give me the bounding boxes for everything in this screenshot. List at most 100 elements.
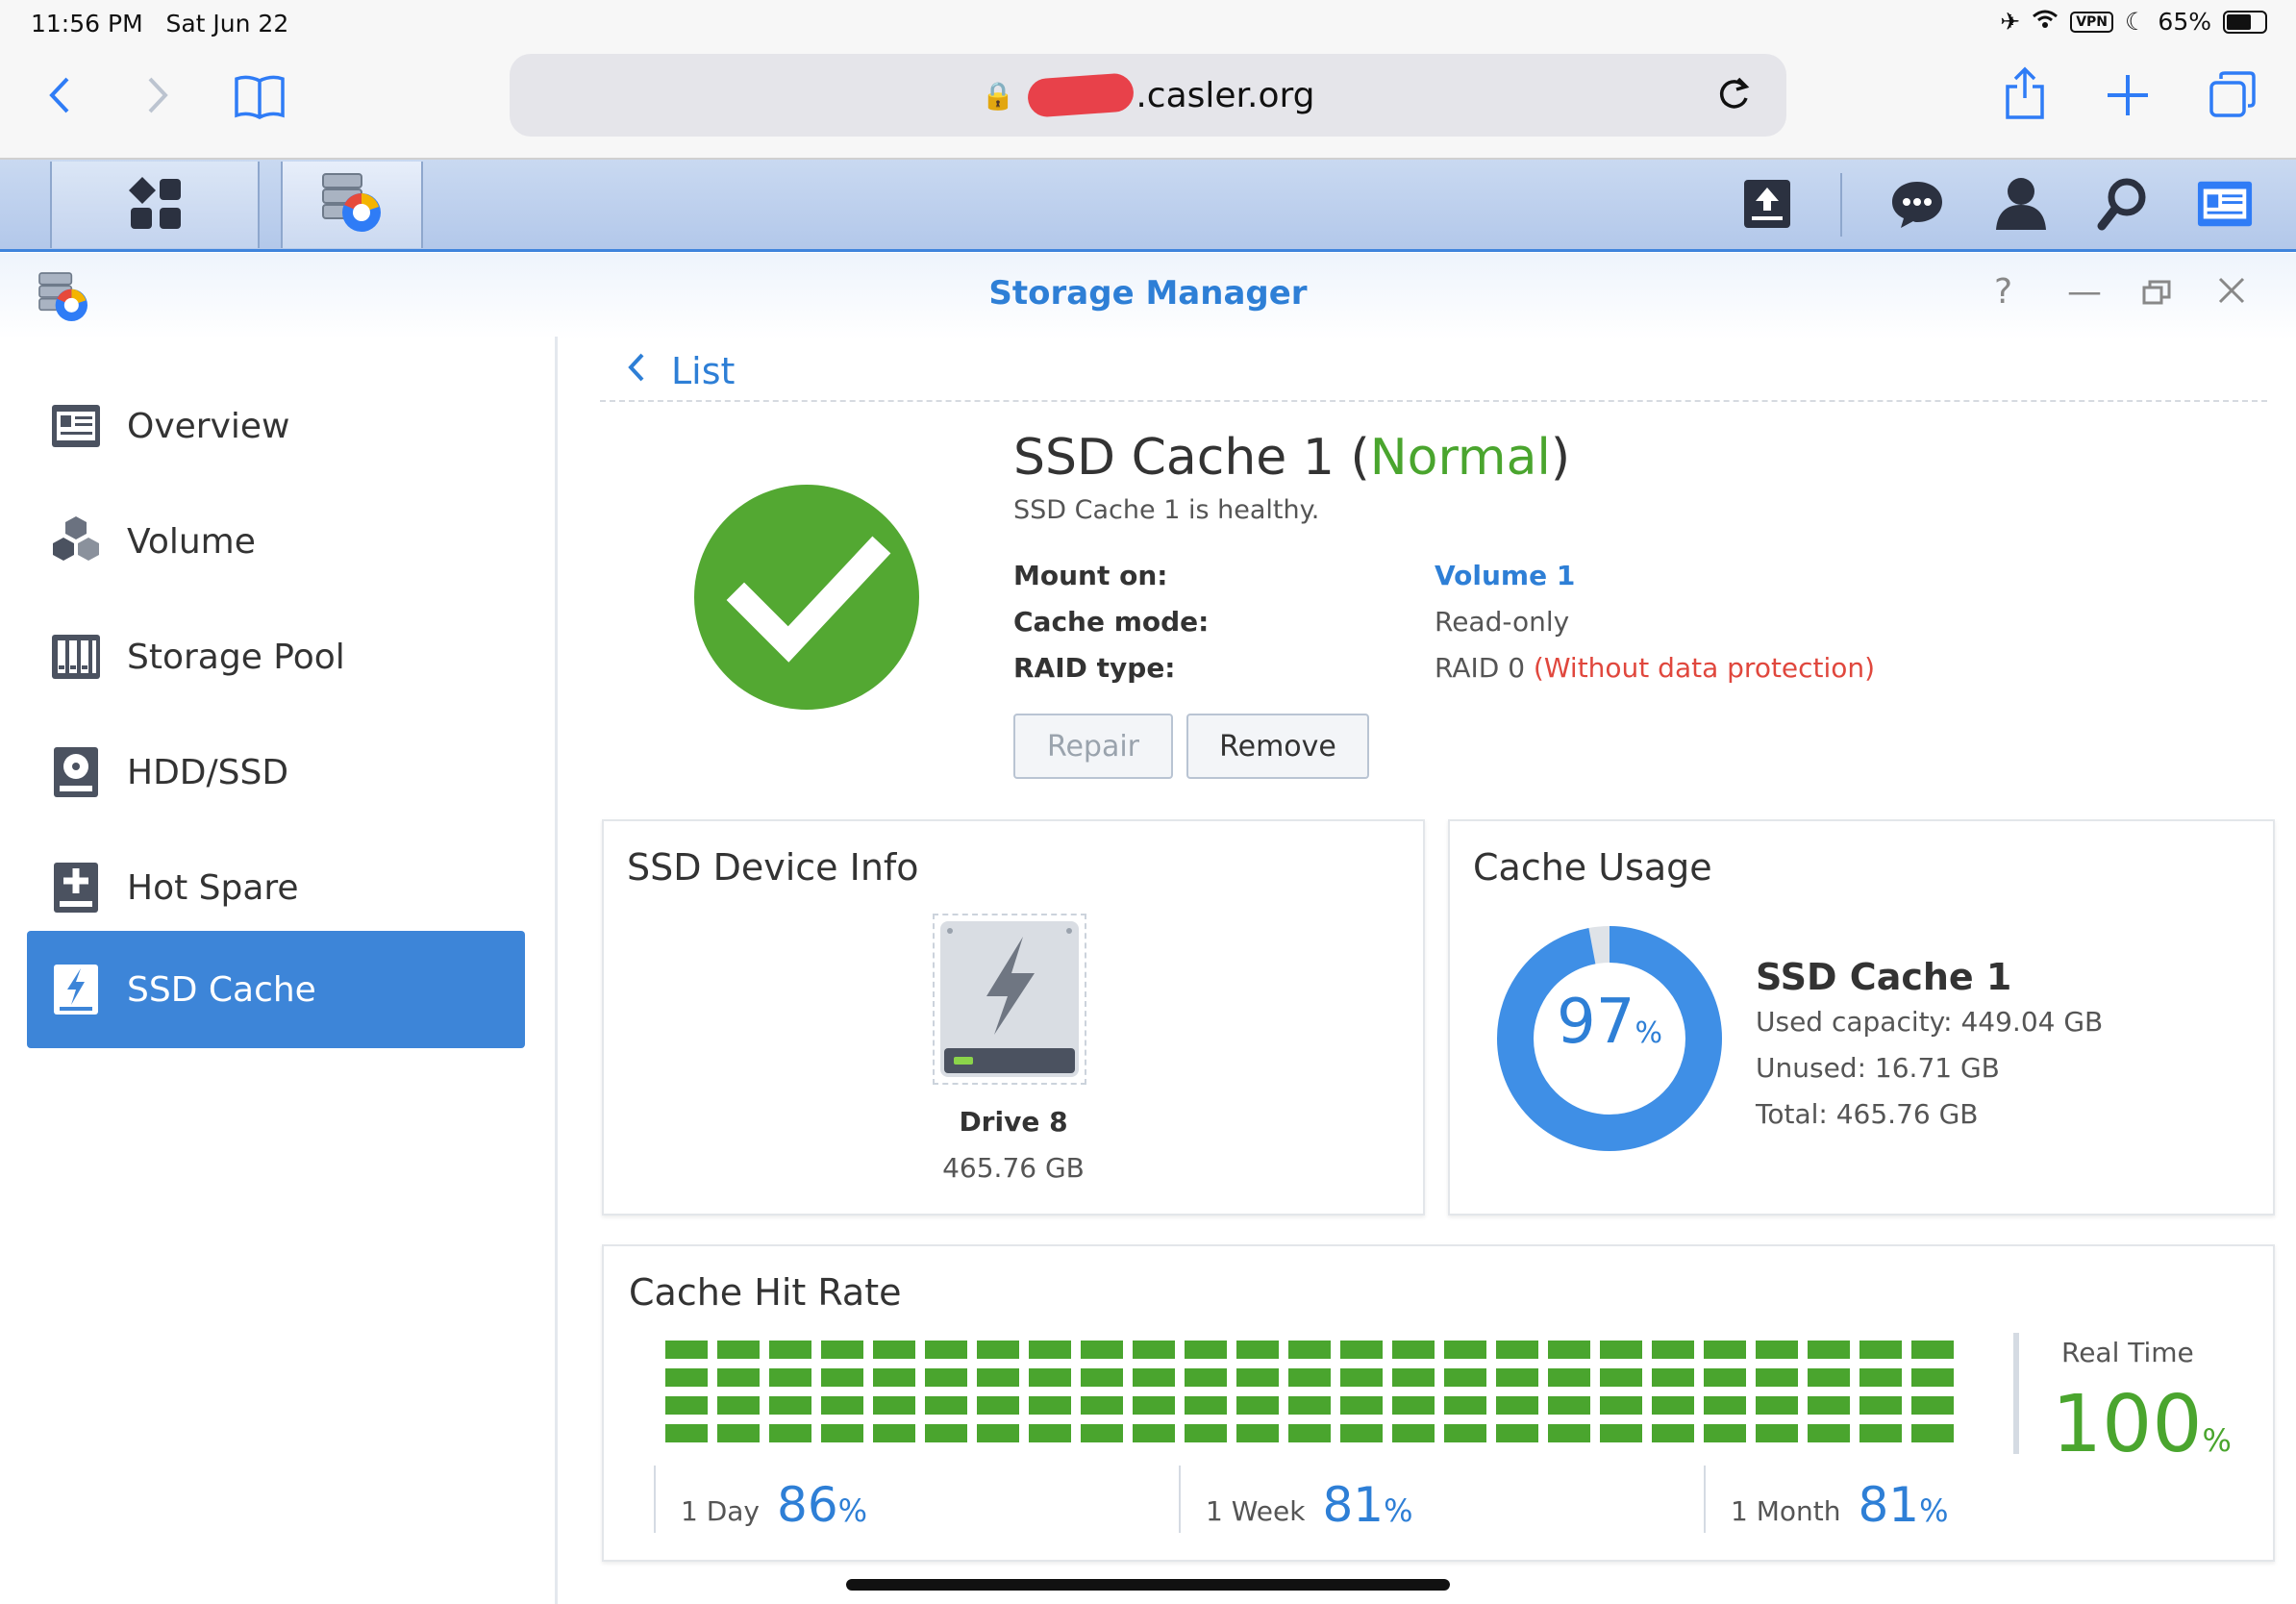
hit-rate-block [665,1424,708,1442]
unused-capacity: Unused: 16.71 GB [1756,1052,2000,1084]
cache-usage-donut: 97% [1492,921,1727,1160]
hit-rate-block [1236,1368,1279,1387]
hot-spare-icon [48,860,104,915]
browser-toolbar: 🔒 .casler.org [0,46,2296,160]
hit-rate-block [1133,1368,1175,1387]
hit-rate-block [1340,1341,1383,1359]
hit-rate-block [1133,1396,1175,1415]
drive-8-tile[interactable] [933,914,1086,1085]
share-icon[interactable] [2004,65,2046,125]
hit-rate-block [769,1341,811,1359]
forward-nav-icon[interactable] [144,73,171,121]
hit-rate-block [1392,1368,1435,1387]
hit-rate-block [1808,1341,1850,1359]
battery-percent: 65% [2158,8,2211,36]
hit-rate-block [1185,1368,1227,1387]
sidebar-item-overview[interactable]: Overview [27,367,525,485]
hit-rate-block [1496,1341,1538,1359]
hit-rate-block [977,1368,1019,1387]
hit-rate-block [1288,1396,1331,1415]
hit-rate-block [1288,1368,1331,1387]
hit-rate-block [1600,1368,1642,1387]
hit-rate-block [1652,1396,1694,1415]
hit-rate-block [1029,1424,1071,1442]
hit-rate-block [1288,1424,1331,1442]
cache-usage-percent: 97% [1557,987,1662,1058]
cache-hit-rate-panel: Cache Hit Rate Real Time 100% 1 Day 86% … [602,1244,2275,1562]
hit-rate-block [1340,1396,1383,1415]
bookmarks-icon[interactable] [233,73,287,125]
notifications-chat-icon[interactable] [1888,175,1946,233]
hit-rate-block [717,1424,760,1442]
hit-rate-block [1392,1424,1435,1442]
hit-rate-block [1496,1424,1538,1442]
realtime-divider [2013,1333,2019,1454]
hit-rate-block [1911,1424,1954,1442]
hit-rate-block [1911,1396,1954,1415]
remove-button[interactable]: Remove [1186,714,1369,779]
mount-volume-link[interactable]: Volume 1 [1435,560,1575,591]
upload-icon[interactable] [1738,175,1796,233]
sidebar-item-volume[interactable]: Volume [27,483,525,600]
drive-name: Drive 8 [959,1106,1068,1138]
raid-warning: (Without data protection) [1533,652,1876,684]
raid-type-label: RAID type: [1013,652,1176,684]
hit-rate-block [1704,1341,1746,1359]
main-menu-button[interactable] [50,162,260,248]
sidebar-item-storage-pool[interactable]: Storage Pool [27,598,525,715]
hit-rate-block [1185,1424,1227,1442]
help-icon[interactable]: ? [1994,272,2012,312]
hit-rate-block [1133,1341,1175,1359]
cache-status-normal: Normal [1369,429,1551,487]
back-nav-icon[interactable] [46,73,73,121]
back-to-list-link[interactable]: List [627,350,735,392]
hit-rate-block [1444,1341,1486,1359]
widgets-icon[interactable] [2196,175,2254,233]
hit-rate-block [769,1396,811,1415]
hdd-icon [48,744,104,800]
close-icon[interactable] [2217,274,2246,313]
user-icon[interactable] [1992,175,2050,233]
minimize-icon[interactable]: — [2067,272,2102,312]
sidebar: Overview Volume Storage Pool HDD/SSD Hot… [0,337,558,1604]
sidebar-item-hdd-ssd[interactable]: HDD/SSD [27,714,525,831]
hit-rate-block [1652,1424,1694,1442]
moon-icon: ☾ [2125,8,2147,36]
hit-rate-block [925,1396,967,1415]
hit-rate-block [1444,1396,1486,1415]
hit-rate-block [1288,1341,1331,1359]
reload-icon[interactable] [1715,75,1752,122]
sidebar-item-label: Volume [127,521,256,562]
hit-rate-block [717,1341,760,1359]
address-bar[interactable]: 🔒 .casler.org [510,54,1786,137]
chevron-left-icon [627,350,646,392]
storage-manager-taskbar-button[interactable] [281,162,423,248]
new-tab-icon[interactable] [2106,73,2150,121]
storage-manager-icon [317,168,387,241]
realtime-value: 100% [2052,1379,2232,1470]
cache-mode-value: Read-only [1435,606,1570,638]
hit-rate-block [1548,1341,1590,1359]
tabs-icon[interactable] [2208,69,2258,123]
repair-button[interactable]: Repair [1013,714,1173,779]
hit-rate-block [1081,1341,1123,1359]
hit-rate-block [1392,1341,1435,1359]
hit-rate-block [873,1368,915,1387]
hit-rate-1-month: 1 Month 81% [1704,1466,1949,1533]
sidebar-item-label: HDD/SSD [127,752,289,792]
sidebar-item-ssd-cache[interactable]: SSD Cache [27,931,525,1048]
storage-pool-icon [48,629,104,685]
hit-rate-block [1756,1368,1798,1387]
hit-rate-block [1859,1396,1902,1415]
home-indicator [846,1579,1450,1591]
drive-size: 465.76 GB [942,1152,1085,1184]
restore-icon[interactable] [2142,276,2171,315]
hit-rate-block [1808,1396,1850,1415]
search-icon[interactable] [2094,175,2152,233]
hit-rate-block [1911,1368,1954,1387]
sidebar-item-label: Hot Spare [127,867,299,908]
hit-rate-block [977,1424,1019,1442]
hit-rate-block [1652,1341,1694,1359]
sidebar-item-hot-spare[interactable]: Hot Spare [27,829,525,946]
cache-usage-name: SSD Cache 1 [1756,956,2012,998]
